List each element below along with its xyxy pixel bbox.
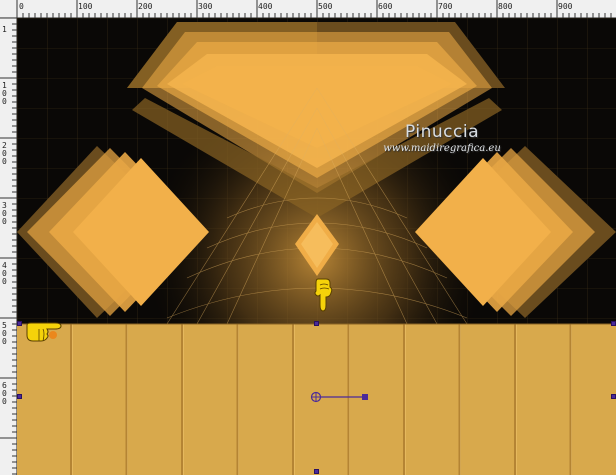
rotation-pivot-handle[interactable] [309,390,369,404]
vertical-ruler[interactable]: 1 1 0 0 2 0 0 3 0 0 4 0 0 5 0 0 6 0 0 [0,18,17,475]
ruler-left-label: 4 0 0 [2,261,7,286]
artwork [17,18,616,475]
ruler-top-label: 200 [138,2,153,11]
ruler-top-label: 0 [19,2,24,11]
pointing-hand-down-icon [314,278,333,312]
selection-handle-top-right[interactable] [611,321,616,326]
selection-handle-bottom[interactable] [314,469,319,474]
ruler-top-label: 300 [198,2,213,11]
ruler-top-label: 500 [318,2,333,11]
image-canvas[interactable]: Pinuccia www.maidiregrafica.eu [17,18,616,475]
ruler-left-label: 5 0 0 [2,321,7,346]
ruler-top-label: 400 [258,2,273,11]
ruler-left-label: 2 0 0 [2,141,7,166]
ruler-left-label: 1 0 0 [2,81,7,106]
ruler-top-label: 600 [378,2,393,11]
ruler-left-label: 6 0 0 [2,381,7,406]
horizontal-ruler[interactable]: 0 100 200 300 400 500 600 700 800 900 [0,0,616,18]
ruler-top-label: 100 [78,2,93,11]
ruler-left-label: 3 0 0 [2,201,7,226]
ruler-top-label: 900 [558,2,573,11]
selection-handle-top[interactable] [314,321,319,326]
pointing-hand-right-icon [26,322,62,342]
selection-handle-right[interactable] [611,394,616,399]
ruler-left-label: 1 [2,25,7,34]
selection-handle-top-left[interactable] [17,321,22,326]
ruler-top-label: 700 [438,2,453,11]
ruler-top-label: 800 [498,2,513,11]
selection-handle-left[interactable] [17,394,22,399]
